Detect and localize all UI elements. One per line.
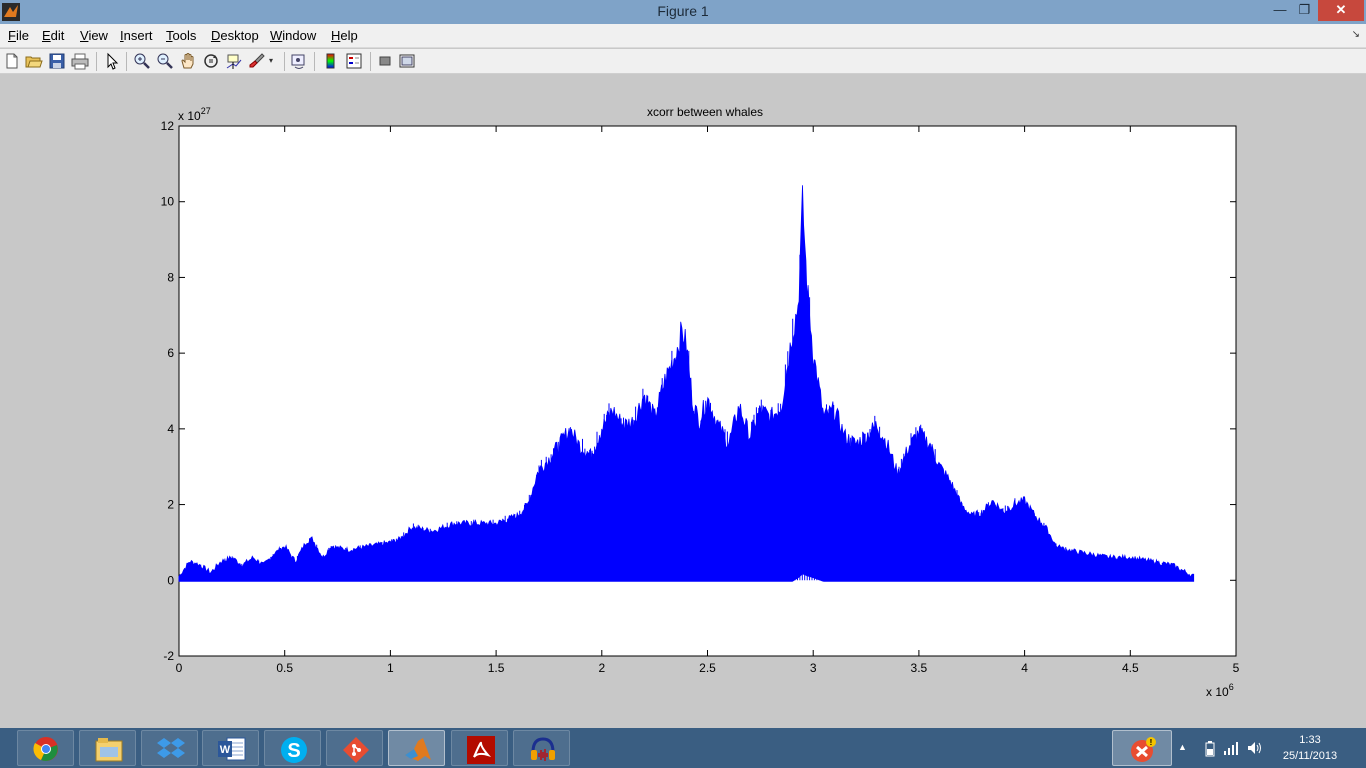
- file-explorer-icon: [95, 738, 123, 762]
- legend-icon[interactable]: [345, 52, 363, 70]
- y-exponent-label: x 1027: [178, 106, 211, 123]
- data-cursor-icon[interactable]: [225, 52, 243, 70]
- taskbar-matlab[interactable]: [388, 730, 445, 766]
- taskbar-notification-app[interactable]: !: [1112, 730, 1172, 766]
- show-plot-tools-icon[interactable]: [398, 52, 416, 70]
- brush-dropdown-icon[interactable]: ▾: [269, 52, 279, 70]
- word-icon: W: [218, 737, 246, 761]
- taskbar-file-explorer[interactable]: [79, 730, 136, 766]
- svg-text:!: !: [1150, 738, 1153, 747]
- print-icon[interactable]: [71, 52, 89, 70]
- battery-icon[interactable]: [1205, 741, 1215, 757]
- matlab-icon: [405, 738, 431, 761]
- audacity-icon: [531, 737, 555, 761]
- zoom-out-icon[interactable]: [156, 52, 174, 70]
- taskbar-git[interactable]: [326, 730, 383, 766]
- menu-window[interactable]: Window: [270, 28, 316, 43]
- x-tick-label: 3: [810, 661, 817, 675]
- minimize-button[interactable]: —: [1266, 0, 1294, 21]
- taskbar-skype[interactable]: S: [264, 730, 321, 766]
- window-title-bar: Figure 1 — ❐ ✕: [0, 0, 1366, 24]
- x-tick-label: 2: [598, 661, 605, 675]
- menu-tools[interactable]: Tools: [166, 28, 196, 43]
- windows-taskbar: W S ! ▲ 1:33 25/11/2013: [0, 728, 1366, 768]
- x-tick-label: 1: [387, 661, 394, 675]
- acrobat-icon: [467, 736, 495, 764]
- taskbar-word[interactable]: W: [202, 730, 259, 766]
- x-tick-label: 4.5: [1122, 661, 1139, 675]
- zoom-in-icon[interactable]: [133, 52, 151, 70]
- rotate-3d-icon[interactable]: [202, 52, 220, 70]
- volume-icon[interactable]: [1247, 741, 1263, 755]
- toolbar-separator: [284, 52, 285, 71]
- toolbar-separator: [126, 52, 127, 71]
- window-title: Figure 1: [657, 3, 709, 19]
- taskbar-acrobat[interactable]: [451, 730, 508, 766]
- toolbar-separator: [370, 52, 371, 71]
- dock-figure-icon[interactable]: ↘: [1352, 29, 1360, 40]
- x-tick-label: 0: [176, 661, 183, 675]
- menu-help[interactable]: Help: [331, 28, 358, 43]
- y-tick-label: 10: [161, 195, 175, 209]
- y-tick-label: -2: [163, 649, 174, 663]
- menu-desktop[interactable]: Desktop: [211, 28, 259, 43]
- taskbar-chrome[interactable]: [17, 730, 74, 766]
- close-button[interactable]: ✕: [1318, 0, 1364, 21]
- save-icon[interactable]: [48, 52, 66, 70]
- show-hidden-icons-icon[interactable]: ▲: [1178, 742, 1187, 752]
- x-exponent-label: x 106: [1206, 682, 1234, 699]
- menu-edit[interactable]: Edit: [42, 28, 64, 43]
- figure-toolbar: ▾: [0, 49, 1366, 74]
- chart-title: xcorr between whales: [647, 105, 763, 119]
- x-tick-label: 0.5: [276, 661, 293, 675]
- x-tick-label: 5: [1233, 661, 1240, 675]
- taskbar-audacity[interactable]: [513, 730, 570, 766]
- link-plot-icon[interactable]: [290, 52, 308, 70]
- y-tick-label: 0: [167, 573, 174, 587]
- clock-date[interactable]: 25/11/2013: [1275, 750, 1345, 762]
- git-icon: [343, 737, 369, 763]
- taskbar-dropbox[interactable]: [141, 730, 198, 766]
- restore-button[interactable]: ❐: [1291, 0, 1318, 21]
- y-tick-label: 2: [167, 498, 174, 512]
- pan-hand-icon[interactable]: [179, 52, 197, 70]
- hide-plot-tools-icon[interactable]: [376, 52, 394, 70]
- y-tick-label: 4: [167, 422, 174, 436]
- y-tick-labels: -2 0 2 4 6 8 10 12: [161, 119, 175, 663]
- menu-view[interactable]: View: [80, 28, 108, 43]
- skype-icon: S: [281, 737, 307, 763]
- clock-time[interactable]: 1:33: [1275, 734, 1345, 746]
- menu-file[interactable]: File: [8, 28, 29, 43]
- svg-text:W: W: [220, 744, 231, 756]
- chrome-icon: [33, 737, 58, 761]
- x-tick-label: 3.5: [911, 661, 928, 675]
- figure-canvas[interactable]: xcorr between whales -2 0 2 4 6 8 10 12 0 0.5 1 1.…: [0, 75, 1366, 728]
- brush-icon[interactable]: [248, 52, 266, 70]
- menu-insert[interactable]: Insert: [120, 28, 153, 43]
- x-tick-label: 1.5: [488, 661, 505, 675]
- y-tick-label: 6: [167, 346, 174, 360]
- colorbar-icon[interactable]: [322, 52, 340, 70]
- plot-axes[interactable]: xcorr between whales -2024681012 0 0.5 1 1.…: [0, 75, 1366, 728]
- x-tick-label: 4: [1021, 661, 1028, 675]
- y-tick-label: 8: [167, 270, 174, 284]
- new-figure-icon[interactable]: [3, 52, 21, 70]
- toolbar-separator: [314, 52, 315, 71]
- y-tick-label: 12: [161, 119, 175, 133]
- x-tick-labels: 0 0.5 1 1.5 2 2.5 3 3.5 4 4.5 5: [176, 661, 1240, 675]
- dropbox-icon: [157, 738, 185, 758]
- network-signal-icon[interactable]: [1223, 741, 1239, 755]
- toolbar-separator: [96, 52, 97, 71]
- open-file-icon[interactable]: [25, 52, 43, 70]
- alert-badge-icon: !: [1131, 737, 1156, 762]
- pointer-icon[interactable]: [103, 52, 121, 70]
- svg-text:S: S: [287, 740, 300, 762]
- menu-bar: File Edit View Insert Tools Desktop Wind…: [0, 24, 1366, 48]
- x-tick-label: 2.5: [699, 661, 716, 675]
